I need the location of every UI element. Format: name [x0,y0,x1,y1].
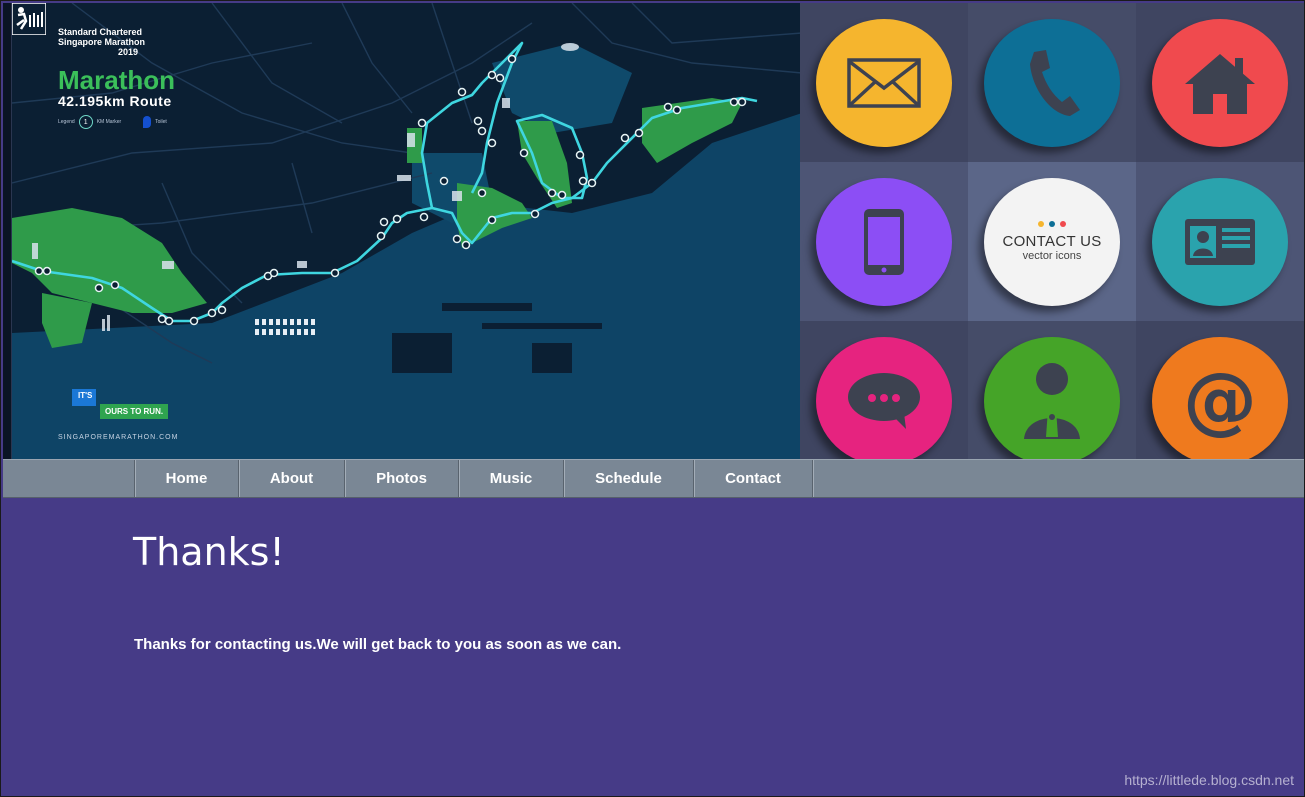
user-icon [984,336,1120,465]
home-icon [1152,18,1288,147]
toilet-pin-icon [143,116,152,128]
nav-schedule[interactable]: Schedule [564,460,694,497]
map-legend: Legend 1 KM Marker Toilet [58,115,167,129]
icon-tile [1136,162,1304,321]
main-nav: Home About Photos Music Schedule Contact [3,459,1304,498]
id-card-icon [1152,177,1288,306]
header-banner: Standard Chartered Singapore Marathon 20… [3,3,1304,480]
icon-tile [968,3,1136,162]
marathon-site-url: SINGAPOREMARATHON.COM [58,434,179,441]
marathon-brand: Standard Chartered Singapore Marathon 20… [58,27,145,57]
icon-tile [800,3,968,162]
watermark: https://littlede.blog.csdn.net [1124,772,1294,788]
icon-tile [968,321,1136,480]
icon-tile [800,162,968,321]
nav-spacer [3,460,135,497]
badge-subtitle: vector icons [1022,250,1082,262]
content-area: Thanks! Thanks for contacting us.We will… [3,498,1304,796]
icon-tile [1136,3,1304,162]
nav-contact[interactable]: Contact [694,460,813,497]
brand-line-2: Singapore Marathon [58,37,146,47]
nav-home[interactable]: Home [135,460,239,497]
slogan-line-1: IT'S [72,389,97,406]
nav-music[interactable]: Music [459,460,564,497]
page-title: Thanks! [133,530,285,574]
thanks-message: Thanks for contacting us.We will get bac… [134,636,622,653]
chat-bubble-icon [816,336,952,465]
brand-line-3: 2019 [118,47,139,57]
icon-tile: @ [1136,321,1304,480]
brand-line-1: Standard Chartered [58,27,143,37]
page-frame: Standard Chartered Singapore Marathon 20… [0,0,1305,797]
slogan-line-2: OURS TO RUN. [100,404,169,419]
km-marker-icon: 1 [78,115,93,129]
icon-tile: CONTACT US vector icons [968,162,1136,321]
map-title: Marathon [58,65,175,95]
contact-icons-grid: CONTACT US vector icons @ [800,3,1304,480]
legend-toilet: Toilet [155,119,167,125]
svg-text:@: @ [1183,361,1257,441]
banner-edge [3,3,11,459]
nav-about[interactable]: About [239,460,345,497]
badge-title: CONTACT US [1002,233,1102,250]
at-sign-icon: @ [1152,336,1288,465]
runner-logo-icon [12,3,46,35]
legend-km-marker: KM Marker [96,119,122,125]
nav-photos[interactable]: Photos [345,460,459,497]
icon-tile [800,321,968,480]
smartphone-icon [816,177,952,306]
marathon-route-map: Standard Chartered Singapore Marathon 20… [11,3,802,459]
contact-us-badge: CONTACT US vector icons [984,177,1120,306]
phone-icon [984,18,1120,147]
legend-label: Legend [58,119,75,125]
map-subtitle: 42.195km Route [58,93,172,109]
mail-icon [816,18,952,147]
dots-icon [1002,221,1101,227]
